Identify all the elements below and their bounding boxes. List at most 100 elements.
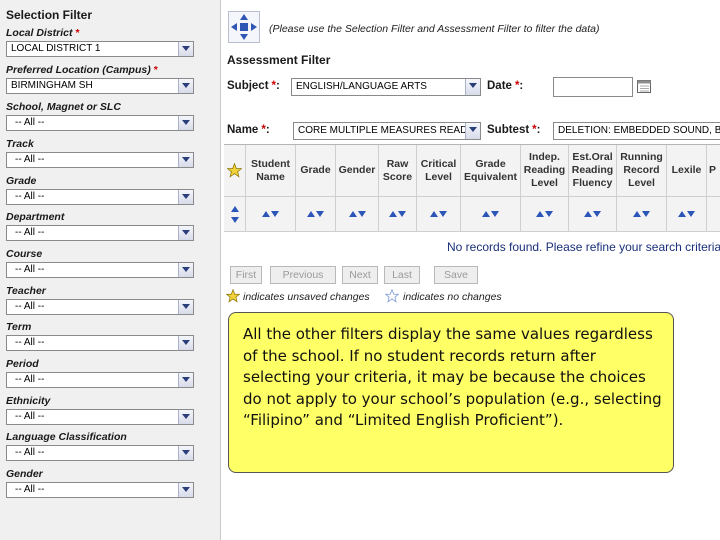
filter-label: Language Classification <box>6 431 127 443</box>
filter-select[interactable]: BIRMINGHAM SH <box>6 78 194 94</box>
filter-select[interactable]: -- All -- <box>6 189 194 205</box>
sort-cell-critical-level <box>417 197 461 232</box>
column-header-critical-level[interactable]: Critical Level <box>417 145 461 197</box>
filter-label-text: Department <box>6 211 65 223</box>
sort-ascending-icon[interactable] <box>633 211 641 217</box>
filter-label: Course <box>6 248 42 260</box>
sort-cell-lexile <box>667 197 707 232</box>
filter-select-value: -- All -- <box>15 227 45 238</box>
filter-label-text: Preferred Location (Campus) <box>6 64 151 76</box>
last-button[interactable]: Last <box>384 266 420 284</box>
sort-ascending-icon[interactable] <box>307 211 315 217</box>
sort-ascending-icon[interactable] <box>678 211 686 217</box>
sort-ascending-icon[interactable] <box>536 211 544 217</box>
filter-label-text: Period <box>6 358 39 370</box>
sort-descending-icon[interactable] <box>687 211 695 217</box>
chevron-down-icon[interactable] <box>465 79 480 95</box>
chevron-down-icon[interactable] <box>178 190 193 204</box>
filter-label-text: Teacher <box>6 285 46 297</box>
chevron-down-icon[interactable] <box>178 483 193 497</box>
column-header-gender[interactable]: Gender <box>336 145 379 197</box>
date-input[interactable] <box>553 77 633 97</box>
column-header-p-column[interactable]: P <box>707 145 720 197</box>
sort-descending-icon[interactable] <box>398 211 406 217</box>
chevron-down-icon[interactable] <box>465 123 480 139</box>
legend-unsaved-text: indicates unsaved changes <box>243 291 370 303</box>
column-header-label: Est.Oral Reading Fluency <box>571 151 614 189</box>
filter-hint: (Please use the Selection Filter and Ass… <box>269 23 600 35</box>
required-marker: * <box>75 27 80 39</box>
chevron-down-icon[interactable] <box>178 263 193 277</box>
assessment-name-select[interactable]: CORE MULTIPLE MEASURES READIN <box>293 122 481 140</box>
column-header-lexile[interactable]: Lexile <box>667 145 707 197</box>
filter-select-value: BIRMINGHAM SH <box>11 80 93 91</box>
calendar-icon[interactable] <box>637 79 652 94</box>
name-label: Name *: <box>227 124 270 136</box>
filter-select-value: -- All -- <box>15 374 45 385</box>
sort-descending-icon[interactable] <box>439 211 447 217</box>
filter-select[interactable]: LOCAL DISTRICT 1 <box>6 41 194 57</box>
sort-ascending-icon[interactable] <box>430 211 438 217</box>
chevron-down-icon[interactable] <box>178 153 193 167</box>
filter-select-value: -- All -- <box>15 337 45 348</box>
column-header-est-oral-reading-fluency[interactable]: Est.Oral Reading Fluency <box>569 145 617 197</box>
column-header-running-record-level[interactable]: Running Record Level <box>617 145 667 197</box>
subtest-select[interactable]: DELETION: EMBEDDED SOUND, BLE <box>553 122 720 140</box>
column-header-label: Running Record Level <box>620 151 663 189</box>
column-header-student-name[interactable]: Student Name <box>246 145 296 197</box>
filter-select-value: -- All -- <box>15 484 45 495</box>
sort-descending-icon[interactable] <box>491 211 499 217</box>
chevron-down-icon[interactable] <box>178 42 193 56</box>
filter-select[interactable]: -- All -- <box>6 409 194 425</box>
subject-select[interactable]: ENGLISH/LANGUAGE ARTS <box>291 78 481 96</box>
sort-descending-icon[interactable] <box>357 211 366 217</box>
sort-descending-icon[interactable] <box>593 211 601 217</box>
sort-down-icon[interactable] <box>230 216 239 223</box>
column-header-indep-reading-level[interactable]: Indep. Reading Level <box>521 145 569 197</box>
selection-filter-title: Selection Filter <box>6 8 93 22</box>
sort-ascending-icon[interactable] <box>389 211 397 217</box>
chevron-down-icon[interactable] <box>178 300 193 314</box>
sort-ascending-icon[interactable] <box>262 211 270 217</box>
sort-descending-icon[interactable] <box>642 211 650 217</box>
chevron-down-icon[interactable] <box>178 79 193 93</box>
sort-descending-icon[interactable] <box>545 211 553 217</box>
save-button[interactable]: Save <box>434 266 478 284</box>
sort-cell-raw-score <box>379 197 417 232</box>
sort-descending-icon[interactable] <box>271 211 279 217</box>
chevron-down-icon[interactable] <box>178 116 193 130</box>
next-button[interactable]: Next <box>342 266 378 284</box>
sort-descending-icon[interactable] <box>316 211 324 217</box>
chevron-down-icon[interactable] <box>178 446 193 460</box>
chevron-down-icon[interactable] <box>178 373 193 387</box>
filter-select[interactable]: -- All -- <box>6 152 194 168</box>
sort-ascending-icon[interactable] <box>348 211 357 217</box>
filter-select[interactable]: -- All -- <box>6 445 194 461</box>
filter-select[interactable]: -- All -- <box>6 115 194 131</box>
column-header-raw-score[interactable]: Raw Score <box>379 145 417 197</box>
select-all-star-header[interactable] <box>224 145 246 197</box>
filter-select[interactable]: -- All -- <box>6 299 194 315</box>
filter-label: School, Magnet or SLC <box>6 101 121 113</box>
move-icon[interactable] <box>228 11 260 43</box>
filter-select[interactable]: -- All -- <box>6 335 194 351</box>
sort-ascending-icon[interactable] <box>482 211 490 217</box>
chevron-down-icon[interactable] <box>178 410 193 424</box>
filter-select[interactable]: -- All -- <box>6 225 194 241</box>
chevron-down-icon[interactable] <box>178 226 193 240</box>
filter-select[interactable]: -- All -- <box>6 482 194 498</box>
chevron-down-icon[interactable] <box>178 336 193 350</box>
sort-up-icon[interactable] <box>230 205 239 212</box>
sort-ascending-icon[interactable] <box>584 211 592 217</box>
star-icon[interactable] <box>227 163 242 178</box>
filter-select[interactable]: -- All -- <box>6 372 194 388</box>
column-header-grade[interactable]: Grade <box>296 145 336 197</box>
no-records-message: No records found. Please refine your sea… <box>447 240 720 254</box>
filter-select[interactable]: -- All -- <box>6 262 194 278</box>
column-header-grade-equivalent[interactable]: Grade Equivalent <box>461 145 521 197</box>
filter-label: Local District * <box>6 27 80 39</box>
selection-filter-panel: Selection Filter Local District * LOCAL DI… <box>0 0 221 540</box>
previous-button[interactable]: Previous <box>270 266 336 284</box>
first-button[interactable]: First <box>230 266 262 284</box>
filter-select-value: -- All -- <box>15 154 45 165</box>
